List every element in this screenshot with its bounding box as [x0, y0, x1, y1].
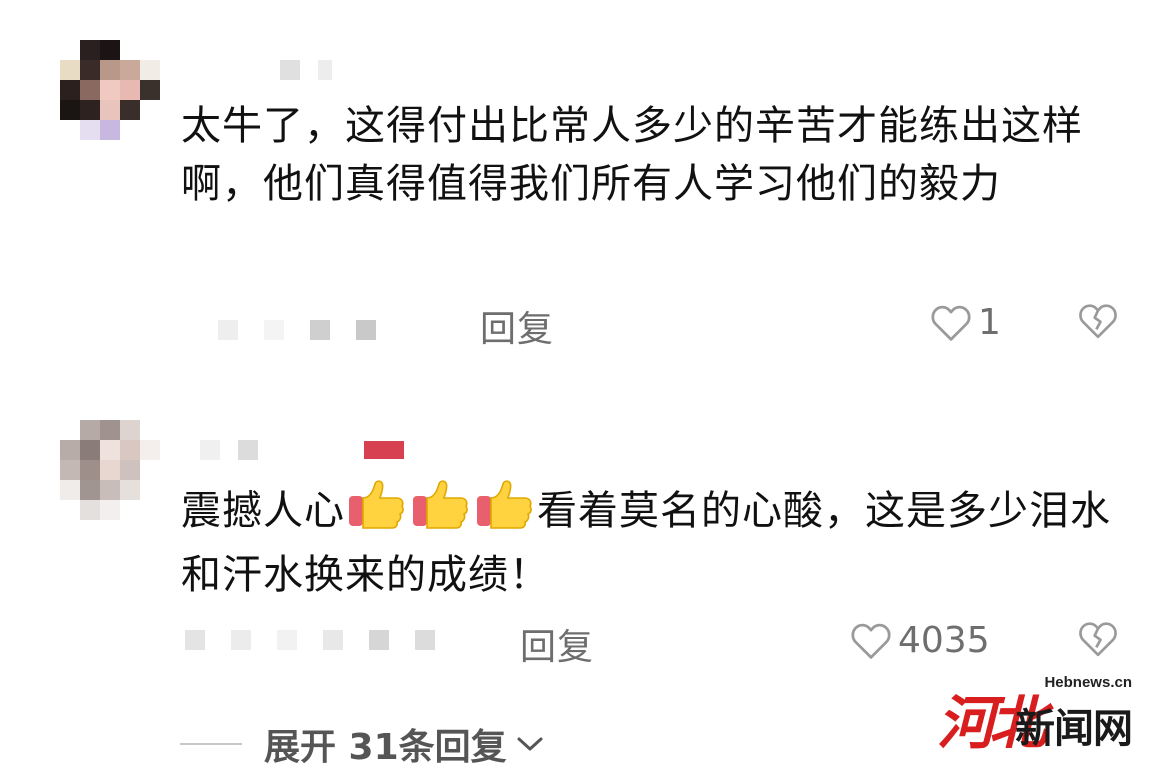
- comment-text: 太牛了，这得付出比常人多少的辛苦才能练出这样啊，他们真得值得我们所有人学习他们的…: [181, 103, 1083, 207]
- avatar[interactable]: [60, 40, 160, 140]
- chevron-down-icon: [517, 737, 543, 751]
- watermark-logo: Hebnews.cn 河北 新闻网: [937, 668, 1133, 758]
- expand-replies-button[interactable]: 展开 31条回复: [180, 718, 545, 770]
- heart-outline-icon: [931, 305, 971, 341]
- username[interactable]: [200, 440, 404, 460]
- like-count: 4035: [898, 620, 990, 661]
- comment-text: 震撼人心 看着莫名的心酸，这是多少泪水和汗水换来的成绩！: [181, 478, 1121, 604]
- thumbs-up-icon: [411, 478, 471, 546]
- like-button[interactable]: 4035: [850, 620, 990, 661]
- expand-replies-label: 展开 31条回复: [264, 727, 507, 768]
- dislike-button[interactable]: [1078, 302, 1118, 344]
- divider: [180, 743, 242, 745]
- thumbs-up-icon: [347, 478, 407, 546]
- broken-heart-icon: [1079, 622, 1117, 657]
- reply-button[interactable]: 回复: [520, 618, 594, 670]
- watermark-name: 新闻网: [1015, 706, 1133, 752]
- like-count: 1: [978, 302, 1001, 343]
- reply-button[interactable]: 回复: [480, 300, 554, 352]
- watermark-site: Hebnews.cn: [1044, 674, 1132, 691]
- dislike-button[interactable]: [1078, 620, 1118, 662]
- broken-heart-icon: [1079, 304, 1117, 339]
- username[interactable]: [280, 60, 332, 80]
- avatar[interactable]: [60, 420, 160, 520]
- comment-meta: [185, 630, 435, 650]
- comment-text-start: 震撼人心: [181, 488, 345, 534]
- heart-outline-icon: [851, 623, 891, 659]
- like-button[interactable]: 1: [930, 302, 1001, 343]
- thumbs-up-icon: [475, 478, 535, 546]
- comment-meta: [218, 320, 376, 340]
- user-badge: [364, 441, 404, 459]
